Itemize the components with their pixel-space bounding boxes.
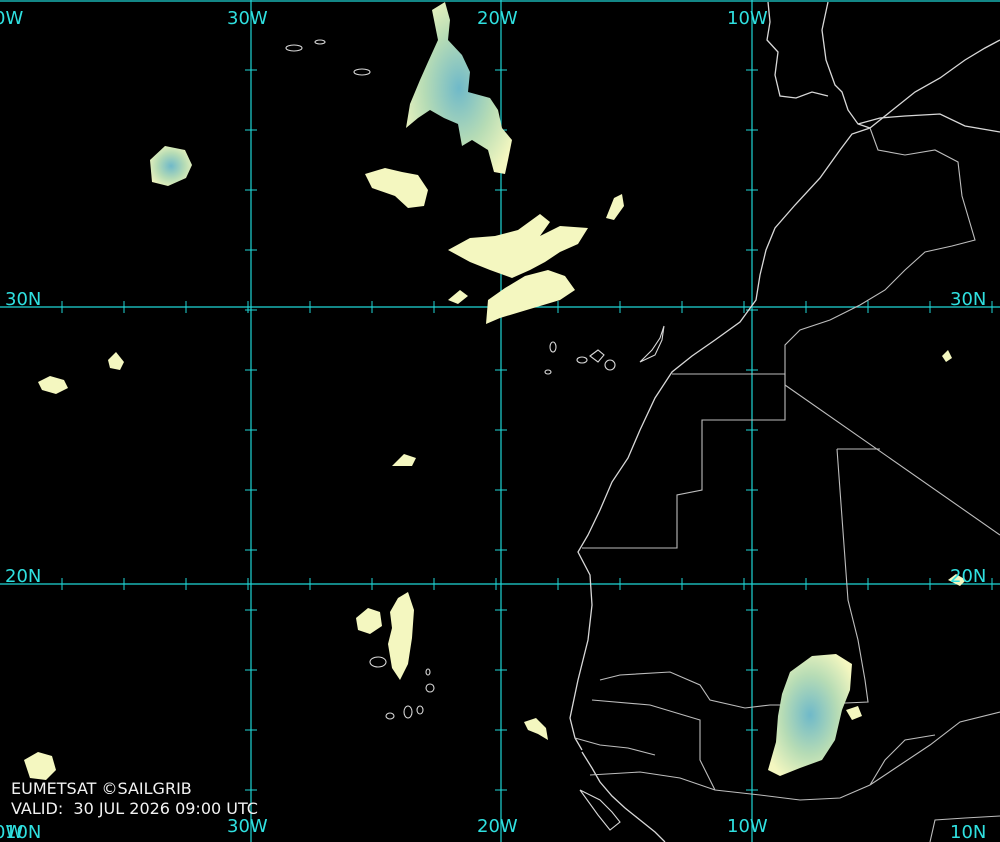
cloud-coastal: [524, 718, 548, 740]
canary-island-2: [576, 356, 588, 364]
azores-island-2: [314, 39, 326, 45]
cloud-midatlantic: [150, 146, 192, 186]
canary-island-6: [544, 369, 552, 375]
lon-label-top-20w: 20W: [477, 8, 518, 29]
cape-verde-6: [425, 668, 431, 676]
credit-source: EUMETSAT ©SAILGRIB: [11, 779, 192, 798]
lat-label-left-10n: 10N: [5, 822, 41, 842]
mauritania-algeria-border: [784, 384, 1000, 536]
canary-island-5: [639, 325, 665, 363]
cloud-small-1: [392, 454, 416, 466]
lon-label-top-10w: 10W: [727, 8, 768, 29]
cloud-band-1: [365, 168, 428, 208]
portugal-west-coast: [766, 1, 829, 99]
azores-island-3: [353, 68, 371, 76]
cloud-mali-east: [846, 706, 862, 720]
canary-island-4: [589, 349, 605, 363]
senegal-mali-border: [591, 699, 716, 791]
cloud-mali-cluster: [768, 654, 852, 776]
canary-island-3: [604, 359, 616, 371]
cape-verde-4: [416, 705, 424, 715]
cloud-cape-verde-1: [356, 608, 382, 634]
lat-label-right-10n: 10N: [950, 822, 986, 842]
cloud-band-5: [448, 290, 468, 304]
lat-label-right-30n: 30N: [950, 289, 986, 310]
cape-verde-2: [425, 683, 435, 693]
iberia-coast: [821, 1, 1000, 129]
lon-label-top-0w: 0W: [0, 8, 23, 29]
cloud-east-small: [942, 350, 952, 362]
cloud-band-4: [606, 194, 624, 220]
cloud-patches: [24, 2, 966, 780]
western-sahara-border: [582, 373, 786, 549]
cape-verde-3: [403, 705, 413, 719]
canary-island-1: [549, 341, 557, 353]
niger-border: [869, 734, 936, 786]
lat-label-left-20n: 20N: [5, 566, 41, 587]
cloud-southwest: [24, 752, 56, 780]
cloud-west-2: [108, 352, 124, 370]
cape-verde-1: [369, 656, 387, 668]
bissagos-islands: [579, 789, 621, 831]
valid-time: VALID: 30 JUL 2026 09:00 UTC: [11, 799, 258, 818]
cape-verde-5: [385, 712, 395, 720]
gambia-border: [574, 737, 656, 756]
islands: [285, 39, 665, 831]
lon-label-top-30w: 30W: [227, 8, 268, 29]
lon-label-bottom-30w: 30W: [227, 816, 268, 837]
credit-block: EUMETSAT ©SAILGRIB VALID: 30 JUL 2026 09:…: [11, 779, 258, 819]
satellite-cloud-map: 0W 30W 20W 10W 30N 20N 30N 20N 0W 10N 30…: [0, 0, 1000, 842]
cloud-cape-verde-2: [388, 592, 414, 680]
lon-label-bottom-10w: 10W: [727, 816, 768, 837]
gibraltar-strait: [857, 113, 1000, 133]
graticule-ticks: [61, 69, 993, 791]
morocco-algeria-border: [784, 127, 976, 385]
lat-label-right-20n: 20N: [950, 566, 986, 587]
cloud-band-3: [486, 270, 575, 324]
lat-label-left-30n: 30N: [5, 289, 41, 310]
lon-label-bottom-20w: 20W: [477, 816, 518, 837]
azores-island-1: [285, 44, 303, 52]
cloud-band-2: [448, 214, 588, 278]
cloud-west-1: [38, 376, 68, 394]
